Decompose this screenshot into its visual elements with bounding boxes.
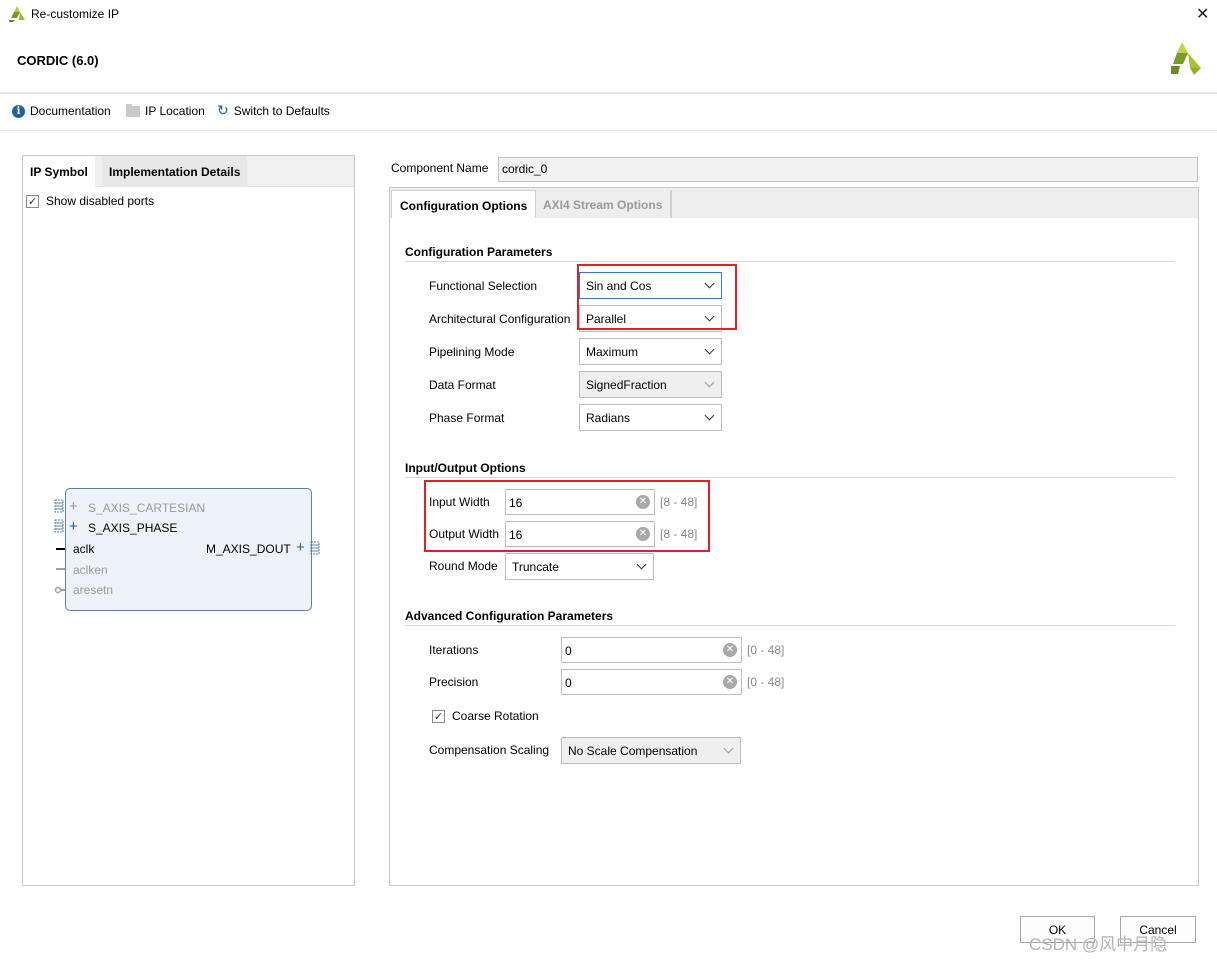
tab-configuration-options[interactable]: Configuration Options: [391, 190, 537, 218]
ip-name: CORDIC (6.0): [17, 53, 99, 68]
compensation-scaling-label: Compensation Scaling: [429, 743, 550, 757]
input-width-range: [8 - 48]: [660, 495, 698, 509]
port-s-axis-cartesian: S_AXIS_CARTESIAN: [88, 501, 206, 515]
phase-format-dropdown[interactable]: Radians: [579, 404, 722, 431]
window-title: Re-customize IP: [31, 7, 120, 21]
port-aclken: aclken: [73, 563, 108, 577]
documentation-label: Documentation: [30, 104, 111, 118]
ip-location-label: IP Location: [145, 104, 205, 118]
compensation-scaling-dropdown[interactable]: No Scale Compensation: [561, 737, 741, 764]
iterations-value: 0: [565, 644, 572, 658]
section-divider: [405, 261, 1175, 262]
output-width-value: 16: [509, 528, 523, 542]
iterations-range: [0 - 48]: [747, 643, 785, 657]
documentation-button[interactable]: i Documentation: [12, 104, 111, 118]
input-width-value: 16: [509, 496, 523, 510]
aresetn-bubble: [54, 586, 62, 594]
show-disabled-ports-row[interactable]: ✓ Show disabled ports: [26, 194, 154, 208]
clear-icon[interactable]: ✕: [723, 643, 737, 657]
toolbar-divider: [0, 130, 1217, 131]
coarse-rotation-checkbox[interactable]: ✓: [432, 709, 445, 723]
iterations-field[interactable]: 0 ✕: [561, 637, 742, 663]
component-name-field[interactable]: cordic_0: [498, 157, 1198, 182]
port-m-axis-dout: M_AXIS_DOUT: [206, 542, 291, 556]
chevron-down-icon: [704, 410, 715, 421]
info-icon: i: [12, 104, 25, 118]
show-disabled-ports-checkbox[interactable]: ✓: [26, 194, 39, 208]
round-mode-label: Round Mode: [429, 559, 498, 573]
chevron-down-icon: [704, 344, 715, 355]
phase-format-label: Phase Format: [429, 411, 505, 425]
coarse-rotation-row[interactable]: ✓ Coarse Rotation: [432, 709, 539, 723]
input-width-label: Input Width: [429, 495, 490, 509]
clear-icon[interactable]: ✕: [723, 675, 737, 689]
tab-ip-symbol[interactable]: IP Symbol: [23, 156, 95, 187]
section-advanced-config: Advanced Configuration Parameters: [405, 609, 614, 623]
tab-axi4-stream-options[interactable]: AXI4 Stream Options: [535, 190, 673, 218]
section-divider: [405, 477, 1175, 478]
pipelining-mode-label: Pipelining Mode: [429, 345, 515, 359]
left-tab-bar: IP Symbol Implementation Details: [23, 156, 354, 187]
toolbar: i Documentation IP Location ↻ Switch to …: [0, 96, 1217, 128]
xilinx-logo-icon: [1171, 42, 1201, 75]
refresh-icon: ↻: [217, 103, 229, 119]
expand-plus-icon[interactable]: +: [69, 499, 78, 514]
section-io-options: Input/Output Options: [405, 461, 526, 475]
precision-label: Precision: [429, 675, 479, 689]
data-format-label: Data Format: [429, 378, 496, 392]
chevron-down-icon: [723, 743, 734, 754]
bus-interface-icon: [54, 519, 64, 533]
watermark-text: CSDN @风中月隐: [1029, 935, 1168, 954]
input-width-field[interactable]: 16 ✕: [505, 489, 655, 515]
compensation-scaling-value: No Scale Compensation: [568, 744, 698, 758]
clear-icon[interactable]: ✕: [636, 495, 650, 509]
bus-interface-icon: [54, 499, 64, 513]
folder-icon: [126, 103, 140, 117]
switch-defaults-button[interactable]: ↻ Switch to Defaults: [217, 104, 330, 118]
highlight-box-config: [577, 264, 737, 330]
iterations-label: Iterations: [429, 643, 479, 657]
chevron-down-icon: [704, 377, 715, 388]
switch-defaults-label: Switch to Defaults: [233, 104, 330, 118]
data-format-value: SignedFraction: [586, 378, 667, 392]
architectural-configuration-label: Architectural Configuration: [429, 312, 571, 326]
ip-header: CORDIC (6.0): [0, 30, 1217, 92]
port-aresetn: aresetn: [73, 583, 114, 597]
chevron-down-icon: [636, 559, 647, 570]
precision-value: 0: [565, 676, 572, 690]
precision-range: [0 - 48]: [747, 675, 785, 689]
pipelining-mode-dropdown[interactable]: Maximum: [579, 338, 722, 365]
round-mode-dropdown[interactable]: Truncate: [505, 553, 654, 580]
output-width-range: [8 - 48]: [660, 527, 698, 541]
port-s-axis-phase: S_AXIS_PHASE: [88, 521, 178, 535]
phase-format-value: Radians: [586, 411, 631, 425]
pipelining-mode-value: Maximum: [586, 345, 639, 359]
expand-plus-icon[interactable]: +: [69, 519, 78, 534]
data-format-dropdown[interactable]: SignedFraction: [579, 371, 722, 398]
header-divider: [0, 92, 1217, 94]
xilinx-logo-icon: [9, 6, 25, 22]
precision-field[interactable]: 0 ✕: [561, 669, 742, 695]
section-configuration-parameters: Configuration Parameters: [405, 245, 553, 259]
tab-implementation-details[interactable]: Implementation Details: [102, 156, 248, 187]
coarse-rotation-label: Coarse Rotation: [452, 709, 539, 723]
expand-plus-icon[interactable]: +: [296, 540, 305, 555]
round-mode-value: Truncate: [512, 560, 559, 574]
output-width-field[interactable]: 16 ✕: [505, 521, 655, 547]
output-width-label: Output Width: [429, 527, 500, 541]
bus-interface-icon: [310, 541, 320, 555]
functional-selection-label: Functional Selection: [429, 279, 538, 293]
port-aclk: aclk: [73, 542, 95, 556]
section-divider: [405, 625, 1175, 626]
config-tab-bar: Configuration Options AXI4 Stream Option…: [390, 188, 1198, 218]
ip-location-button[interactable]: IP Location: [126, 103, 205, 118]
title-bar: Re-customize IP ✕: [0, 0, 1217, 30]
ip-symbol-block: + S_AXIS_CARTESIAN + S_AXIS_PHASE aclk a…: [65, 488, 312, 611]
show-disabled-ports-label: Show disabled ports: [46, 194, 155, 208]
component-name-label: Component Name: [391, 161, 489, 175]
close-icon[interactable]: ✕: [1196, 4, 1209, 23]
clear-icon[interactable]: ✕: [636, 527, 650, 541]
